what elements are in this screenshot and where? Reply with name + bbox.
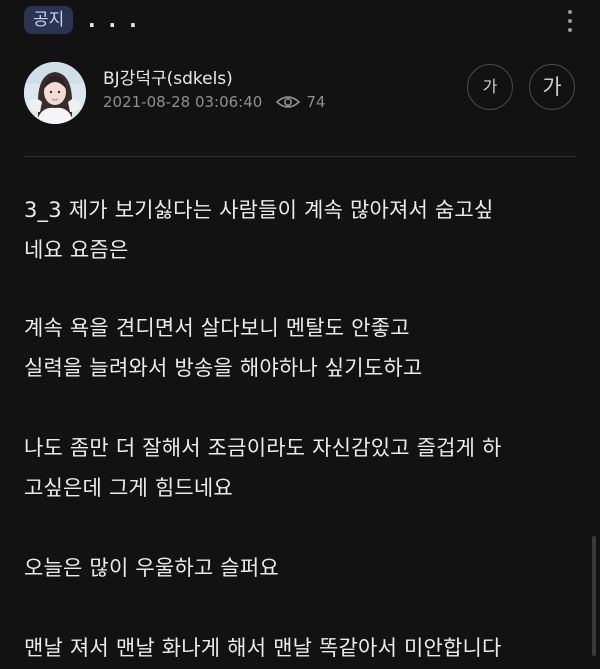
font-size-increase-button[interactable]: 가 xyxy=(529,64,575,110)
body-line: 나도 좀만 더 잘해서 조금이라도 자신감있고 즐겁게 하 xyxy=(24,436,502,460)
body-line: 계속 욕을 견디면서 살다보니 멘탈도 안좋고 xyxy=(24,316,410,340)
divider xyxy=(24,156,576,157)
scrollbar-thumb[interactable] xyxy=(592,536,596,656)
body-line: 맨날 져서 맨날 화나게 해서 맨날 똑같아서 미안합니다 xyxy=(24,636,502,660)
top-bar: 공지 . . . xyxy=(0,0,600,46)
more-vertical-icon[interactable] xyxy=(562,8,578,36)
notice-badge: 공지 xyxy=(24,6,74,34)
body-line: 3_3 제가 보기싫다는 사람들이 계속 많아져서 숨고싶 xyxy=(24,198,494,222)
body-line: 실력을 늘려와서 방송을 해야하나 싶기도하고 xyxy=(24,356,423,380)
post-date: 2021-08-28 03:06:40 xyxy=(103,93,263,111)
body-line: 고싶은데 그게 힘드네요 xyxy=(24,476,233,500)
post-title: . . . xyxy=(88,8,140,32)
avatar[interactable] xyxy=(24,62,86,124)
font-size-decrease-button[interactable]: 가 xyxy=(467,64,513,110)
body-line: 오늘은 많이 우울하고 슬퍼요 xyxy=(24,556,279,580)
view-count: 74 xyxy=(306,93,326,111)
eye-icon xyxy=(276,94,301,110)
author-section: BJ강덕구(sdkels) 2021-08-28 03:06:40 74 가 가 xyxy=(0,56,600,136)
author-name[interactable]: BJ강덕구(sdkels) xyxy=(103,64,233,89)
post-meta: 2021-08-28 03:06:40 74 xyxy=(103,93,325,111)
body-line: 네요 요즘은 xyxy=(24,238,129,262)
